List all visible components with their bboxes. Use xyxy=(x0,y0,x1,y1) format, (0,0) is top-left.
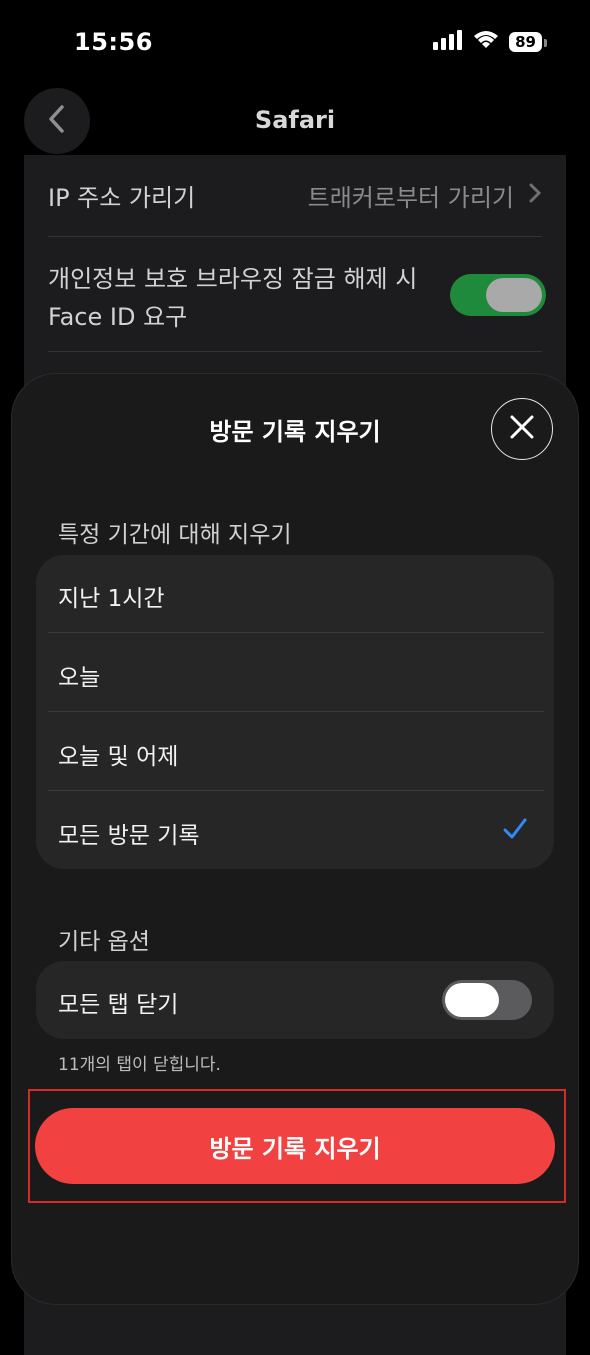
divider xyxy=(48,790,544,791)
timeframe-list: 지난 1시간 오늘 오늘 및 어제 모든 방문 기록 xyxy=(36,555,554,869)
close-all-tabs-label: 모든 탭 닫기 xyxy=(58,992,179,1018)
ip-hide-value: 트래커로부터 가리기 xyxy=(307,184,514,212)
divider xyxy=(48,711,544,712)
status-time: 15:56 xyxy=(74,28,153,56)
option-all-history[interactable]: 모든 방문 기록 xyxy=(58,816,200,850)
status-icons: 89 xyxy=(433,30,547,54)
ip-hide-row[interactable]: IP 주소 가리기 트래커로부터 가리기 xyxy=(48,178,542,213)
option-today-yesterday[interactable]: 오늘 및 어제 xyxy=(58,737,178,771)
other-options-header: 기타 옵션 xyxy=(58,929,150,955)
nav-title: Safari xyxy=(254,106,336,134)
tabs-footnote: 11개의 탭이 닫힙니다. xyxy=(58,1055,221,1075)
divider xyxy=(48,236,542,237)
clear-history-button[interactable]: 방문 기록 지우기 xyxy=(35,1108,555,1184)
option-last-hour[interactable]: 지난 1시간 xyxy=(58,579,165,613)
option-today[interactable]: 오늘 xyxy=(58,658,100,692)
chevron-right-icon xyxy=(528,182,542,210)
checkmark-icon xyxy=(502,817,528,845)
close-button[interactable] xyxy=(491,398,553,460)
timeframe-header: 특정 기간에 대해 지우기 xyxy=(58,522,292,548)
close-tabs-row: 모든 탭 닫기 xyxy=(36,961,554,1039)
close-all-tabs-toggle[interactable] xyxy=(442,980,532,1020)
close-icon xyxy=(509,414,535,444)
wifi-icon xyxy=(473,30,499,54)
private-lock-toggle[interactable] xyxy=(450,274,546,316)
divider xyxy=(48,632,544,633)
battery-indicator: 89 xyxy=(509,32,547,52)
ip-hide-label: IP 주소 가리기 xyxy=(48,184,196,212)
cellular-signal-icon xyxy=(433,30,463,54)
divider xyxy=(48,351,542,352)
